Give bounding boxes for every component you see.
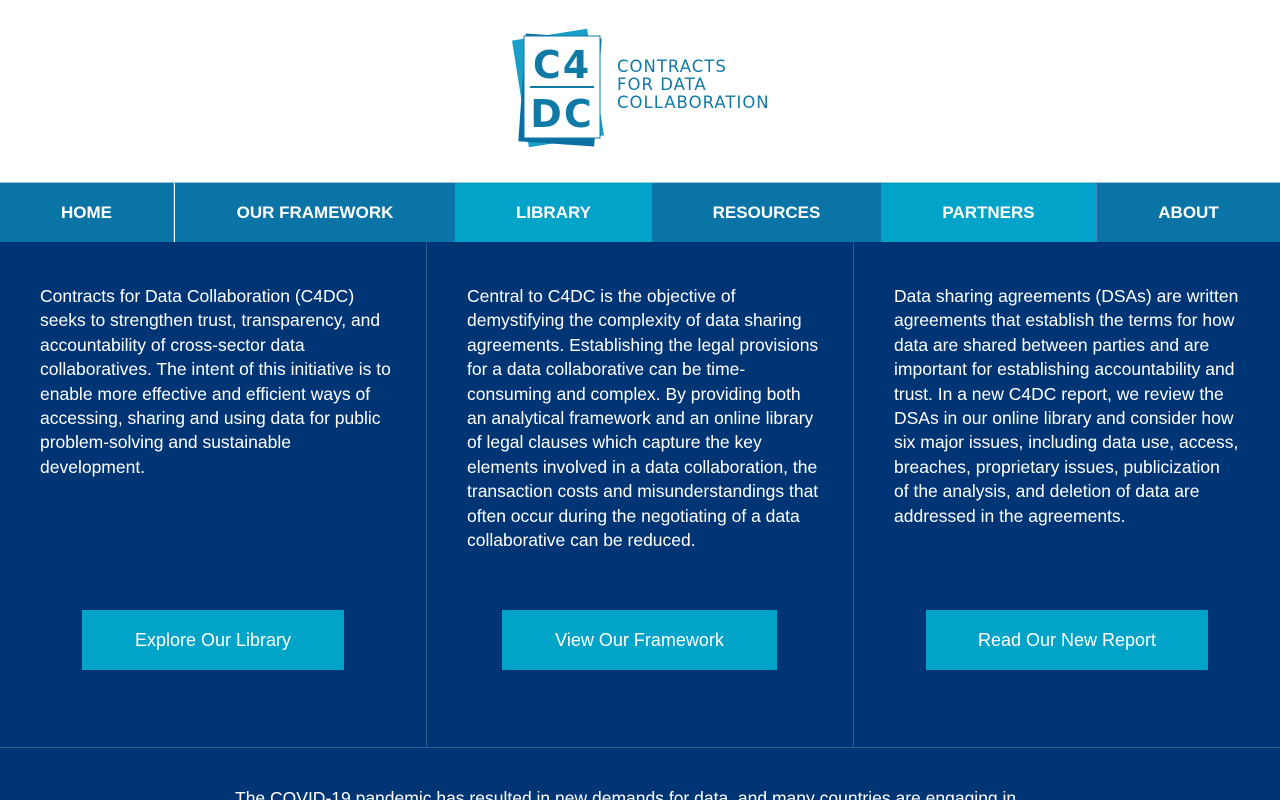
intro-column-report: Data sharing agreements (DSAs) are writt…	[854, 242, 1280, 747]
intro-section: Contracts for Data Collaboration (C4DC) …	[0, 242, 1280, 808]
svg-text:C4: C4	[533, 43, 591, 87]
covid-intro-text: The COVID-19 pandemic has resulted in ne…	[235, 788, 1017, 808]
intro-text-report: Data sharing agreements (DSAs) are writt…	[894, 286, 1239, 526]
main-nav: HOME OUR FRAMEWORK LIBRARY RESOURCES PAR…	[0, 182, 1280, 243]
section-divider	[0, 747, 1280, 748]
logo-line-3: COLLABORATION	[617, 93, 770, 112]
nav-item-resources[interactable]: RESOURCES	[652, 183, 881, 243]
svg-text:DC: DC	[530, 92, 593, 136]
nav-item-home[interactable]: HOME	[0, 183, 174, 243]
nav-item-about[interactable]: ABOUT	[1096, 183, 1280, 243]
intro-text-framework: Central to C4DC is the objective of demy…	[467, 286, 819, 551]
logo-line-1: CONTRACTS	[617, 57, 727, 76]
view-framework-button[interactable]: View Our Framework	[502, 610, 777, 670]
intro-column-framework: Central to C4DC is the objective of demy…	[427, 242, 853, 747]
read-report-button[interactable]: Read Our New Report	[926, 610, 1208, 670]
explore-library-button[interactable]: Explore Our Library	[82, 610, 344, 670]
logo-line-2: FOR DATA	[617, 75, 707, 94]
c4dc-logo[interactable]: C4 DC CONTRACTS FOR DATA COLLABORATION	[510, 26, 780, 150]
nav-item-library[interactable]: LIBRARY	[455, 183, 652, 243]
c4dc-logo-mark: C4 DC	[512, 28, 604, 148]
nav-item-partners[interactable]: PARTNERS	[881, 183, 1096, 243]
intro-column-about: Contracts for Data Collaboration (C4DC) …	[0, 242, 426, 747]
logo-wordmark: CONTRACTS FOR DATA COLLABORATION	[617, 58, 770, 112]
intro-text-about: Contracts for Data Collaboration (C4DC) …	[40, 286, 391, 477]
site-header: C4 DC CONTRACTS FOR DATA COLLABORATION	[0, 0, 1280, 182]
nav-item-our-framework[interactable]: OUR FRAMEWORK	[175, 183, 455, 243]
